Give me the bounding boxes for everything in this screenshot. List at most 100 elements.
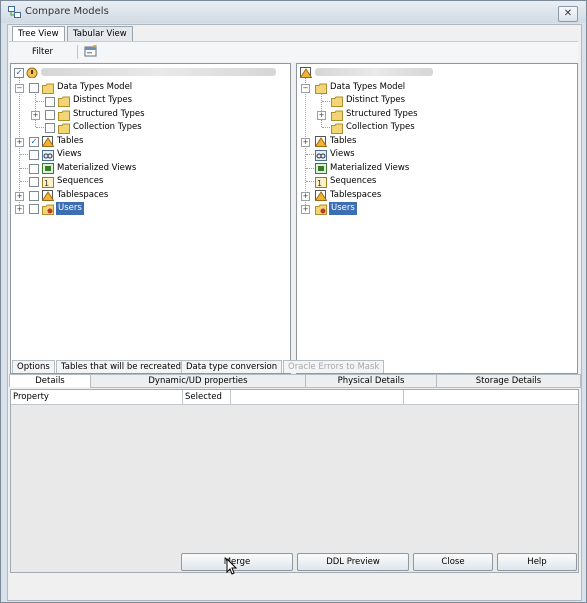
- tab-data-type-conversion[interactable]: Data type conversion: [181, 360, 283, 373]
- ddl-preview-button[interactable]: DDL Preview: [297, 553, 409, 571]
- folder-icon: [315, 83, 327, 94]
- column-left-value[interactable]: [231, 390, 404, 404]
- checkbox[interactable]: [29, 83, 39, 93]
- tree-item-distinct-types[interactable]: Distinct Types: [346, 94, 405, 107]
- model-warning-icon: [300, 67, 312, 78]
- tree-item-sequences[interactable]: Sequences: [57, 175, 103, 188]
- expand-toggle[interactable]: +: [317, 111, 326, 120]
- expand-toggle[interactable]: +: [301, 205, 310, 214]
- detail-tabs: Details Dynamic/UD properties Physical D…: [9, 374, 581, 388]
- toolbar-separator: [77, 45, 78, 59]
- redacted-model-name: [41, 68, 276, 76]
- tree-item-users[interactable]: Users: [56, 202, 84, 215]
- expand-toggle[interactable]: +: [31, 111, 40, 120]
- materialized-views-icon: [42, 163, 54, 174]
- tree-item-structured-types[interactable]: Structured Types: [73, 108, 145, 121]
- sequences-icon: 1: [315, 177, 327, 188]
- checkbox[interactable]: [45, 123, 55, 133]
- collapse-toggle[interactable]: −: [301, 84, 310, 93]
- mouse-cursor-icon: [226, 558, 238, 575]
- tables-warning-icon: [42, 136, 54, 147]
- tab-tabular-view[interactable]: Tabular View: [67, 26, 133, 41]
- tablespaces-icon: [42, 190, 54, 201]
- expand-toggle[interactable]: +: [15, 138, 24, 147]
- filter-toolbar: Filter: [9, 41, 578, 62]
- grid-header: Property Selected: [11, 390, 578, 405]
- compare-models-window: Compare Models ✕ Tree View Tabular View …: [0, 0, 587, 603]
- tab-physical-details[interactable]: Physical Details: [305, 374, 437, 388]
- dialog-body: Tree View Tabular View Filter ✓ − Data T…: [7, 24, 582, 601]
- filter-button[interactable]: Filter: [32, 47, 53, 57]
- tables-warning-icon: [315, 136, 327, 147]
- checkbox[interactable]: [29, 177, 39, 187]
- tree-item-data-types-model[interactable]: Data Types Model: [330, 81, 405, 94]
- users-icon: [42, 204, 54, 215]
- property-grid[interactable]: Property Selected: [10, 389, 579, 573]
- tab-details[interactable]: Details: [9, 374, 91, 387]
- close-window-button[interactable]: ✕: [558, 6, 578, 22]
- folder-icon: [58, 123, 70, 134]
- tree-item-sequences[interactable]: Sequences: [330, 175, 376, 188]
- close-button[interactable]: Close: [413, 553, 493, 571]
- svg-text:1: 1: [44, 179, 49, 188]
- tab-tree-view[interactable]: Tree View: [12, 26, 65, 42]
- tree-item-users[interactable]: Users: [329, 202, 357, 215]
- expand-toggle[interactable]: +: [15, 205, 24, 214]
- expand-toggle[interactable]: +: [301, 138, 310, 147]
- tree-item-structured-types[interactable]: Structured Types: [346, 108, 418, 121]
- redacted-model-name: [315, 68, 433, 76]
- right-model-tree[interactable]: − Data Types Model Distinct Types + Stru…: [296, 63, 578, 374]
- checkbox[interactable]: [45, 110, 55, 120]
- tree-item-tablespaces[interactable]: Tablespaces: [330, 189, 381, 202]
- materialized-views-icon: [315, 163, 327, 174]
- column-right-value[interactable]: [404, 390, 578, 404]
- tree-item-tables[interactable]: Tables: [57, 135, 83, 148]
- tree-item-data-types-model[interactable]: Data Types Model: [57, 81, 132, 94]
- tree-item-tables[interactable]: Tables: [330, 135, 356, 148]
- filter-settings-icon[interactable]: [84, 44, 98, 58]
- views-icon: [315, 150, 327, 161]
- tab-options[interactable]: Options: [12, 360, 55, 373]
- users-icon: [315, 204, 327, 215]
- checkbox[interactable]: [45, 97, 55, 107]
- svg-text:1: 1: [317, 179, 322, 188]
- column-property[interactable]: Property: [11, 390, 183, 404]
- checkbox[interactable]: [29, 164, 39, 174]
- compare-models-icon: [8, 6, 21, 18]
- tab-tables-recreated[interactable]: Tables that will be recreated: [56, 360, 187, 373]
- folder-icon: [331, 110, 343, 121]
- checkbox[interactable]: [29, 204, 39, 214]
- tree-item-views[interactable]: Views: [57, 148, 82, 161]
- tree-item-tablespaces[interactable]: Tablespaces: [57, 189, 108, 202]
- column-selected[interactable]: Selected: [183, 390, 231, 404]
- checkbox[interactable]: [29, 191, 39, 201]
- root-checkbox[interactable]: ✓: [14, 68, 24, 78]
- tab-oracle-errors-to-mask: Oracle Errors to Mask: [283, 360, 385, 373]
- collapse-toggle[interactable]: −: [15, 84, 24, 93]
- left-model-tree[interactable]: ✓ − Data Types Model Distinct Types + St…: [10, 63, 291, 374]
- sequences-icon: 1: [42, 177, 54, 188]
- tablespaces-icon: [315, 190, 327, 201]
- folder-icon: [58, 110, 70, 121]
- tree-item-distinct-types[interactable]: Distinct Types: [73, 94, 132, 107]
- views-icon: [42, 150, 54, 161]
- folder-icon: [58, 96, 70, 107]
- tree-item-collection-types[interactable]: Collection Types: [73, 121, 142, 134]
- expand-toggle[interactable]: +: [301, 192, 310, 201]
- tree-item-materialized-views[interactable]: Materialized Views: [330, 162, 409, 175]
- model-warning-icon: [26, 67, 38, 78]
- tab-dynamic-ud-properties[interactable]: Dynamic/UD properties: [90, 374, 306, 388]
- tab-storage-details[interactable]: Storage Details: [436, 374, 581, 388]
- folder-icon: [42, 83, 54, 94]
- checkbox[interactable]: ✓: [29, 137, 39, 147]
- title-bar: Compare Models ✕: [1, 1, 586, 23]
- checkbox[interactable]: [29, 150, 39, 160]
- help-button[interactable]: Help: [497, 553, 577, 571]
- folder-icon: [331, 96, 343, 107]
- expand-toggle[interactable]: +: [15, 192, 24, 201]
- tree-item-views[interactable]: Views: [330, 148, 355, 161]
- folder-icon: [331, 123, 343, 134]
- tree-item-collection-types[interactable]: Collection Types: [346, 121, 415, 134]
- tree-item-materialized-views[interactable]: Materialized Views: [57, 162, 136, 175]
- window-title: Compare Models: [25, 6, 109, 17]
